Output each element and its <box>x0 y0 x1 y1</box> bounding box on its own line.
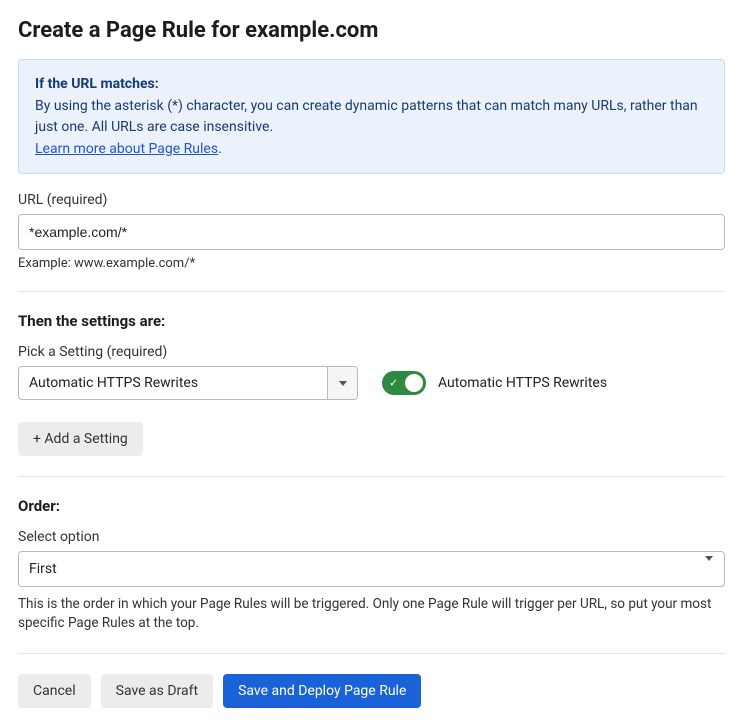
info-banner: If the URL matches: By using the asteris… <box>18 59 725 174</box>
url-label: URL (required) <box>18 192 725 208</box>
page-title: Create a Page Rule for example.com <box>18 18 725 43</box>
url-input[interactable] <box>18 214 725 250</box>
add-setting-button[interactable]: + Add a Setting <box>18 422 143 456</box>
banner-body: By using the asterisk (*) character, you… <box>35 96 708 137</box>
order-help-text: This is the order in which your Page Rul… <box>18 595 725 633</box>
divider <box>18 291 725 292</box>
setting-combobox-arrow[interactable] <box>327 367 357 399</box>
divider <box>18 476 725 477</box>
check-icon: ✓ <box>389 378 398 389</box>
divider <box>18 653 725 654</box>
order-select[interactable]: First <box>18 551 725 587</box>
order-heading: Order: <box>18 497 725 515</box>
save-draft-button[interactable]: Save as Draft <box>101 674 213 708</box>
banner-heading: If the URL matches: <box>35 74 708 94</box>
setting-picker-label: Pick a Setting (required) <box>18 344 725 360</box>
setting-combobox-value: Automatic HTTPS Rewrites <box>19 367 327 399</box>
save-deploy-button[interactable]: Save and Deploy Page Rule <box>223 674 421 708</box>
https-rewrites-toggle[interactable]: ✓ <box>382 371 426 395</box>
toggle-label: Automatic HTTPS Rewrites <box>438 375 607 391</box>
cancel-button[interactable]: Cancel <box>18 674 91 708</box>
toggle-knob <box>405 374 423 392</box>
setting-combobox[interactable]: Automatic HTTPS Rewrites <box>18 366 358 400</box>
settings-heading: Then the settings are: <box>18 312 725 330</box>
banner-period: . <box>218 141 222 157</box>
order-select-label: Select option <box>18 529 725 545</box>
chevron-down-icon <box>339 381 347 386</box>
learn-more-link[interactable]: Learn more about Page Rules <box>35 139 218 159</box>
url-example-hint: Example: www.example.com/* <box>18 256 725 271</box>
